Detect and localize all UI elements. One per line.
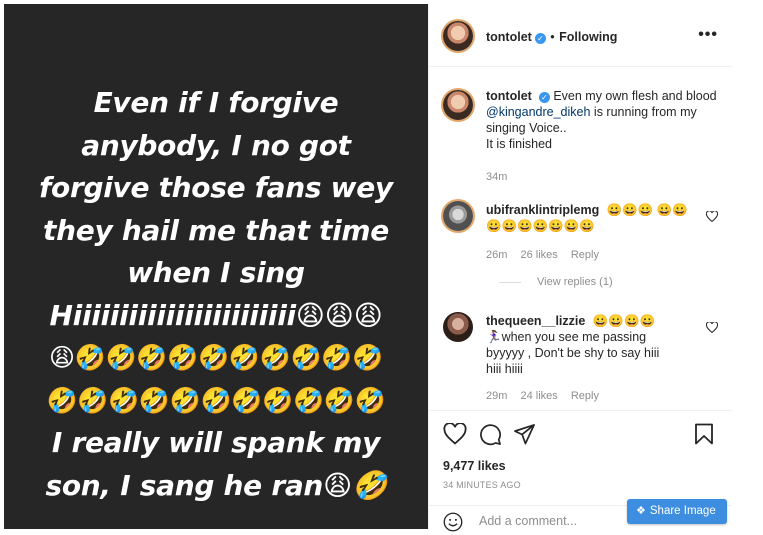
comment-text: thequeen__lizzie 😀😀😀😀 🏃🏽‍♀️when you see … <box>486 313 671 377</box>
post-image[interactable]: Even if I forgive anybody, I no got forg… <box>4 4 428 529</box>
comment-likes[interactable]: 24 likes <box>520 390 557 402</box>
view-replies-button[interactable]: View replies (1) <box>499 276 613 288</box>
post-line: they hail me that time <box>43 213 389 247</box>
more-icon[interactable]: ••• <box>698 26 718 44</box>
reply-button[interactable]: Reply <box>571 390 599 402</box>
comment-username[interactable]: ubifranklintriplemg <box>486 203 599 217</box>
caption-meta: 34m <box>486 171 517 183</box>
caption-username[interactable]: tontolet <box>486 89 532 103</box>
comment-like-heart-icon[interactable] <box>705 210 719 225</box>
commenter-avatar[interactable] <box>443 312 473 342</box>
heart-icon[interactable] <box>443 422 467 450</box>
following-button[interactable]: Following <box>559 30 617 44</box>
post-line: forgive those fans wey <box>39 171 393 204</box>
share-image-label: Share Image <box>649 505 716 517</box>
header-user-line: tontolet ✓ • Following <box>486 28 617 46</box>
layers-icon: ❖ <box>636 505 646 517</box>
post-text: Even if I forgive anybody, I no got forg… <box>4 82 428 507</box>
author-username[interactable]: tontolet <box>486 30 532 44</box>
caption-text: tontolet ✓ Even my own flesh and blood @k… <box>486 88 718 152</box>
commenter-avatar[interactable] <box>443 201 473 231</box>
verified-icon: ✓ <box>534 33 546 44</box>
comment-like-heart-icon[interactable] <box>705 321 719 336</box>
post-line: son, I sang he ran😩🤣 <box>45 468 387 502</box>
comment-meta: 26m 26 likes Reply <box>486 249 609 261</box>
post-line: Hiiiiiiiiiiiiiiiiiiiiiiii😩😩😩 <box>49 298 383 332</box>
comment-meta: 29m 24 likes Reply <box>486 390 609 402</box>
view-replies-label: View replies (1) <box>537 276 613 288</box>
post-line: I really will spank my <box>51 426 381 459</box>
post-line: when I sing <box>127 256 305 289</box>
author-avatar[interactable] <box>443 21 473 51</box>
likes-count[interactable]: 9,477 likes <box>443 459 506 473</box>
comment-input[interactable] <box>479 512 629 530</box>
comment-text: ubifranklintriplemg 😀😀😀 😀😀😀😀😀😀😀😀😀 <box>486 202 701 234</box>
reply-button[interactable]: Reply <box>571 249 599 261</box>
caption-time: 34m <box>486 171 508 183</box>
caption-avatar[interactable] <box>443 90 473 120</box>
post-line: Even if I forgive <box>93 86 339 119</box>
separator-dot: • <box>550 30 555 44</box>
smiley-icon[interactable] <box>443 512 463 535</box>
view-replies-dash <box>499 281 521 283</box>
share-image-button[interactable]: ❖ Share Image <box>627 499 727 524</box>
post-line: anybody, I no got <box>81 128 351 162</box>
caption-body: Even my own flesh and blood <box>553 89 717 103</box>
bookmark-icon[interactable] <box>694 423 714 450</box>
comment-likes[interactable]: 26 likes <box>520 249 557 261</box>
post-side-panel: tontolet ✓ • Following ••• tontolet ✓ Even… <box>428 4 732 532</box>
screenshot-frame: Even if I forgive anybody, I no got forg… <box>0 0 763 535</box>
mention-link[interactable]: @kingandre_dikeh <box>486 105 590 119</box>
comment-time: 29m <box>486 390 508 402</box>
comment-time: 26m <box>486 249 508 261</box>
post-header: tontolet ✓ • Following ••• <box>429 4 732 67</box>
comment-username[interactable]: thequeen__lizzie <box>486 314 585 328</box>
post-line-emoji: 😩🤣🤣🤣🤣🤣🤣🤣🤣🤣🤣 <box>48 343 384 372</box>
verified-icon: ✓ <box>538 92 550 103</box>
caption-line2: It is finished <box>486 137 553 151</box>
share-icon[interactable] <box>513 423 536 450</box>
post-line-emoji: 🤣🤣🤣🤣🤣🤣🤣🤣🤣🤣🤣 <box>46 385 386 415</box>
post-time-ago: 34 MINUTES AGO <box>443 480 521 490</box>
comment-icon[interactable] <box>479 423 502 451</box>
